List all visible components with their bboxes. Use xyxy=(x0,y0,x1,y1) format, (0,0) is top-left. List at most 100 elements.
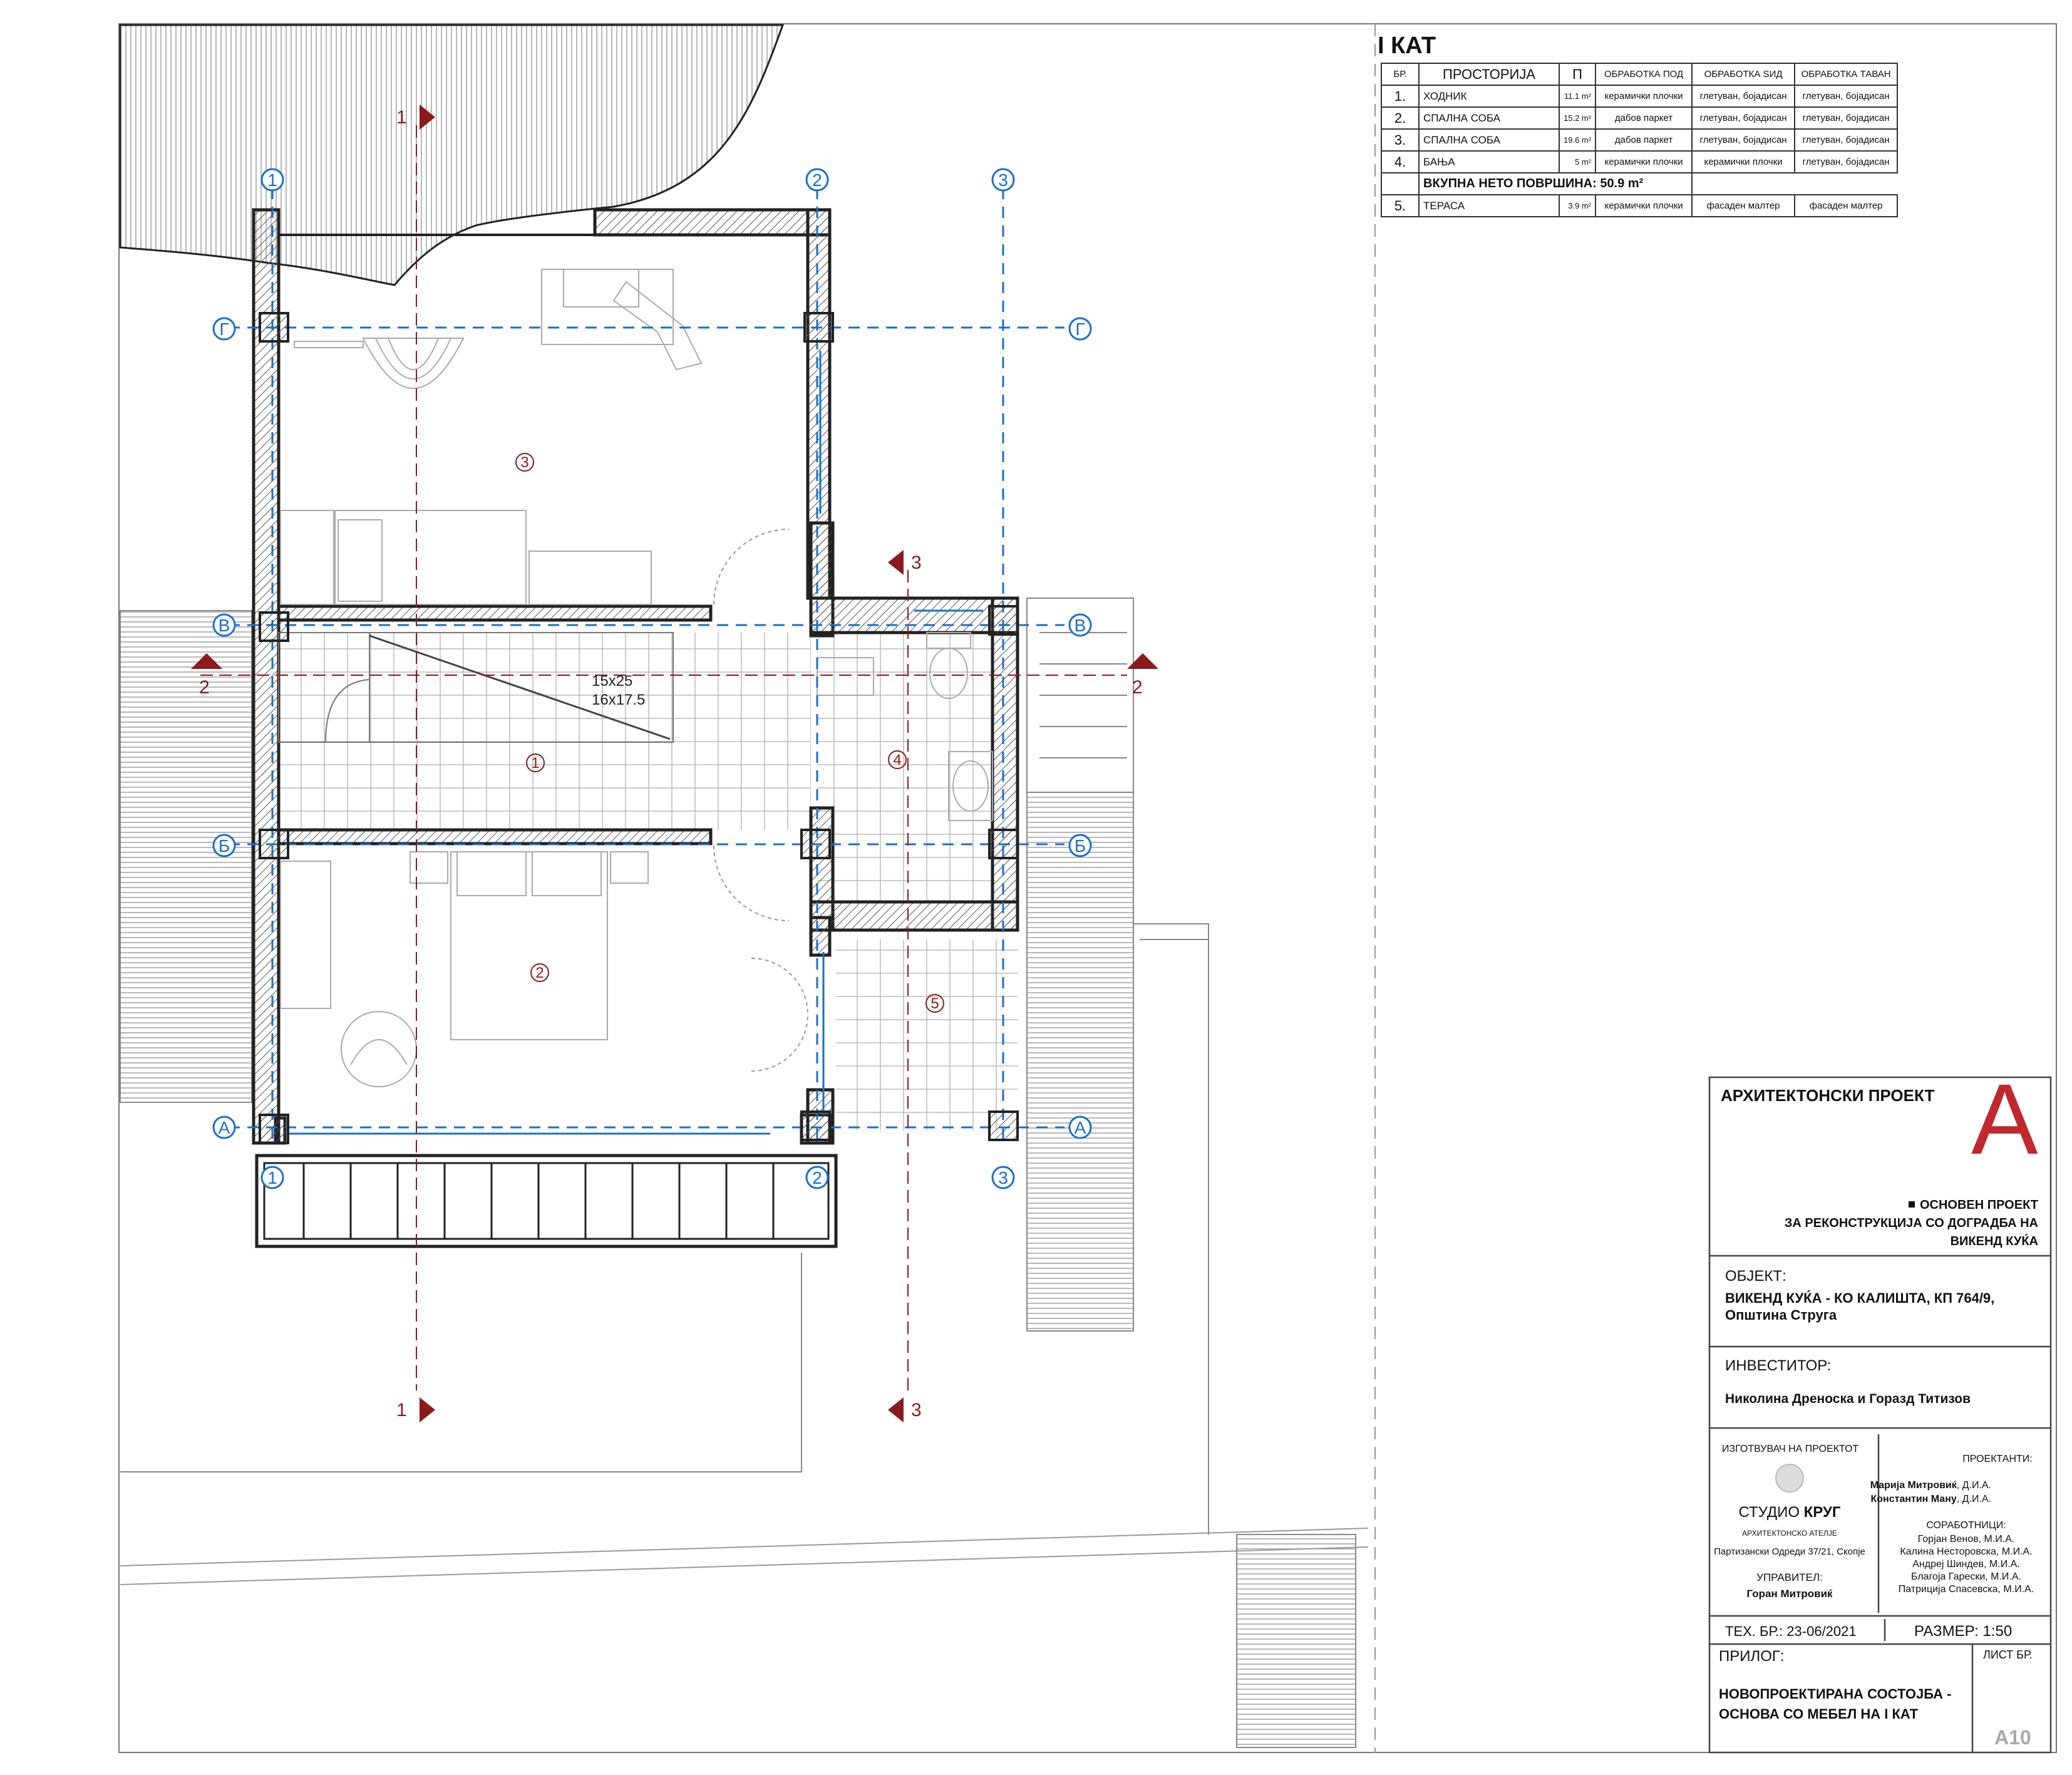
appendix-line-2: ОСНОВА СО МЕБЕЛ НА I КАТ xyxy=(1719,1706,1919,1722)
project-kind-1: ОСНОВЕН ПРОЕКТ xyxy=(1920,1198,2038,1212)
header-floor: ОБРАБОТКА ПОД xyxy=(1595,63,1693,86)
grid-bubble-b-left: Б xyxy=(212,834,236,857)
big-letter: A xyxy=(1971,1063,2038,1175)
table-total-row: ВКУПНА НЕТО ПОВРШИНА: 50.9 m² xyxy=(1381,172,1897,195)
room-table-header: БР. ПРОСТОРИЈА П ОБРАБОТКА ПОД ОБРАБОТКА… xyxy=(1381,63,1899,86)
cell-ceiling: глетуван, бојадисан xyxy=(1794,128,1899,152)
title-block-text: АРХИТЕКТОНСКИ ПРОЕКТ A ОСНОВЕН ПРОЕКТ ЗА… xyxy=(1714,1063,2038,1749)
cell-name: ТЕРАСА xyxy=(1418,194,1560,217)
collab-1: Горјан Венов, М.И.А. xyxy=(1918,1534,2015,1545)
collab-label: СОРАБОТНИЦИ: xyxy=(1926,1520,2006,1531)
grid-bubble-v-left: В xyxy=(212,613,236,637)
svg-text:3: 3 xyxy=(998,1168,1008,1188)
svg-text:4: 4 xyxy=(893,752,901,768)
floor-plan-sheet: 1 2 3 1 2 3 Г Г В В Б Б А А 1 2 3 4 5 15… xyxy=(118,23,2057,1754)
cell-ceiling: глетуван, бојадисан xyxy=(1794,150,1899,173)
cell-name: ХОДНИК xyxy=(1418,85,1560,108)
header-wall: ОБРАБОТКА ЅИД xyxy=(1691,63,1796,86)
svg-text:2: 2 xyxy=(199,677,210,698)
designer-1: Марија Митровиќ, Д.И.А. xyxy=(1870,1480,1991,1491)
room-number-3: 3 xyxy=(515,453,534,472)
collab-4: Благоја Гарески, М.И.А. xyxy=(1911,1571,2021,1582)
designers-label: ПРОЕКТАНТИ: xyxy=(1962,1454,2032,1464)
section-mark-3-top: 3 xyxy=(888,550,922,575)
cell-floor: керамички плочки xyxy=(1595,85,1693,108)
header-room: ПРОСТОРИЈА xyxy=(1418,63,1560,86)
tech-number: ТЕХ. БР.: 23-06/2021 xyxy=(1725,1623,1857,1639)
section-mark-2-right: 2 xyxy=(1127,653,1158,698)
studio-address: Партизански Одреди 37/21, Скопје xyxy=(1714,1546,1865,1557)
cell-no: 2. xyxy=(1381,106,1420,130)
cell-area: 5 m² xyxy=(1558,150,1597,173)
manager-label: УПРАВИТЕЛ: xyxy=(1756,1571,1823,1583)
table-row: 3. СПАЛНА СОБА 19.6 m² дабов паркет глет… xyxy=(1381,128,1899,152)
svg-text:1: 1 xyxy=(396,1400,407,1421)
grid-bubble-g-left: Г xyxy=(212,317,236,341)
balcony xyxy=(255,1154,838,1248)
cell-area: 15.2 m² xyxy=(1558,106,1597,130)
balcony-inner xyxy=(263,1162,830,1240)
cell-no: 3. xyxy=(1381,128,1420,152)
project-type: АРХИТЕКТОНСКИ ПРОЕКТ xyxy=(1721,1086,1934,1105)
svg-text:2: 2 xyxy=(535,965,544,981)
appendix-label: ПРИЛОГ: xyxy=(1719,1648,1785,1665)
site-outline-3 xyxy=(120,1546,1369,1585)
section-mark-3-bottom: 3 xyxy=(888,1397,922,1422)
investor-name: Николина Дреноска и Горазд Титизов xyxy=(1725,1392,1971,1406)
collab-3: Андреј Шиндев, М.И.А. xyxy=(1912,1559,2020,1570)
section-mark-1-bottom: 1 xyxy=(396,1397,435,1422)
stair-note-2: 16x17.5 xyxy=(592,691,645,708)
cell-ceiling: фасаден малтер xyxy=(1794,194,1899,217)
room-table: БР. ПРОСТОРИЈА П ОБРАБОТКА ПОД ОБРАБОТКА… xyxy=(1381,63,1899,217)
sheet-number: A10 xyxy=(1994,1726,2031,1749)
svg-text:2: 2 xyxy=(812,170,822,190)
studio-logo xyxy=(1775,1464,1804,1493)
bullet-square xyxy=(1909,1201,1915,1208)
grid-bubble-2-top: 2 xyxy=(805,168,829,192)
svg-text:Г: Г xyxy=(219,319,229,339)
cell-empty xyxy=(1795,173,1897,195)
svg-text:3: 3 xyxy=(911,552,922,573)
appendix-line-1: НОВОПРОЕКТИРАНА СОСТОЈБА - xyxy=(1719,1686,1952,1702)
object-line-1: ВИКЕНД КУЌА - КО КАЛИШТА, КП 764/9, xyxy=(1725,1290,1994,1306)
studio-name: СТУДИО КРУГ xyxy=(1738,1504,1840,1521)
cell-name: СПАЛНА СОБА xyxy=(1418,106,1560,130)
corridor-tiles xyxy=(279,633,811,830)
cell-area: 3.9 m² xyxy=(1558,194,1597,217)
stair-east-treads xyxy=(1039,632,1127,758)
header-area: П xyxy=(1558,63,1597,86)
cell-empty xyxy=(1381,172,1420,195)
cell-wall: глетуван, бојадисан xyxy=(1691,106,1796,130)
room2-furniture xyxy=(280,851,649,1087)
svg-text:1: 1 xyxy=(267,170,277,190)
terrain-left xyxy=(120,610,252,1103)
header-no: БР. xyxy=(1381,63,1420,86)
svg-text:3: 3 xyxy=(998,170,1008,190)
terrain-area xyxy=(119,24,785,286)
scale: РАЗМЕР: 1:50 xyxy=(1914,1623,2012,1640)
table-row: 2. СПАЛНА СОБА 15.2 m² дабов паркет глет… xyxy=(1381,106,1899,130)
table-row: 5. ТЕРАСА 3.9 m² керамички плочки фасаде… xyxy=(1381,194,1899,217)
project-kind-3: ВИКЕНД КУЌА xyxy=(1951,1234,2038,1248)
balcony-railing xyxy=(302,1163,775,1239)
svg-text:Г: Г xyxy=(1075,319,1085,339)
grid-bubble-3-top: 3 xyxy=(991,168,1015,192)
grid-bubble-2-bottom: 2 xyxy=(805,1166,829,1189)
header-ceiling: ОБРАБОТКА ТАВАН xyxy=(1794,63,1899,86)
cell-name: БАЊА xyxy=(1418,150,1560,173)
table-row: 1. ХОДНИК 11.1 m² керамички плочки глету… xyxy=(1381,85,1899,108)
bathroom-tiles xyxy=(817,633,996,902)
svg-text:1: 1 xyxy=(531,755,539,772)
svg-text:1: 1 xyxy=(267,1168,277,1188)
cell-floor: керамички плочки xyxy=(1595,194,1693,217)
studio-subtitle: АРХИТЕКТОНСКО АТЕЛЈЕ xyxy=(1742,1529,1837,1538)
cell-wall: глетуван, бојадисан xyxy=(1691,85,1796,108)
room3-furniture xyxy=(280,269,703,605)
cell-no: 1. xyxy=(1381,85,1420,108)
manager-name: Горан Митровиќ xyxy=(1746,1588,1833,1600)
stair-east-lower xyxy=(1026,792,1134,1332)
grid-bubble-g-right: Г xyxy=(1068,317,1092,341)
svg-text:Б: Б xyxy=(219,836,230,856)
svg-text:5: 5 xyxy=(930,995,939,1012)
collab-2: Калина Несторовска, М.И.А. xyxy=(1900,1546,2032,1557)
